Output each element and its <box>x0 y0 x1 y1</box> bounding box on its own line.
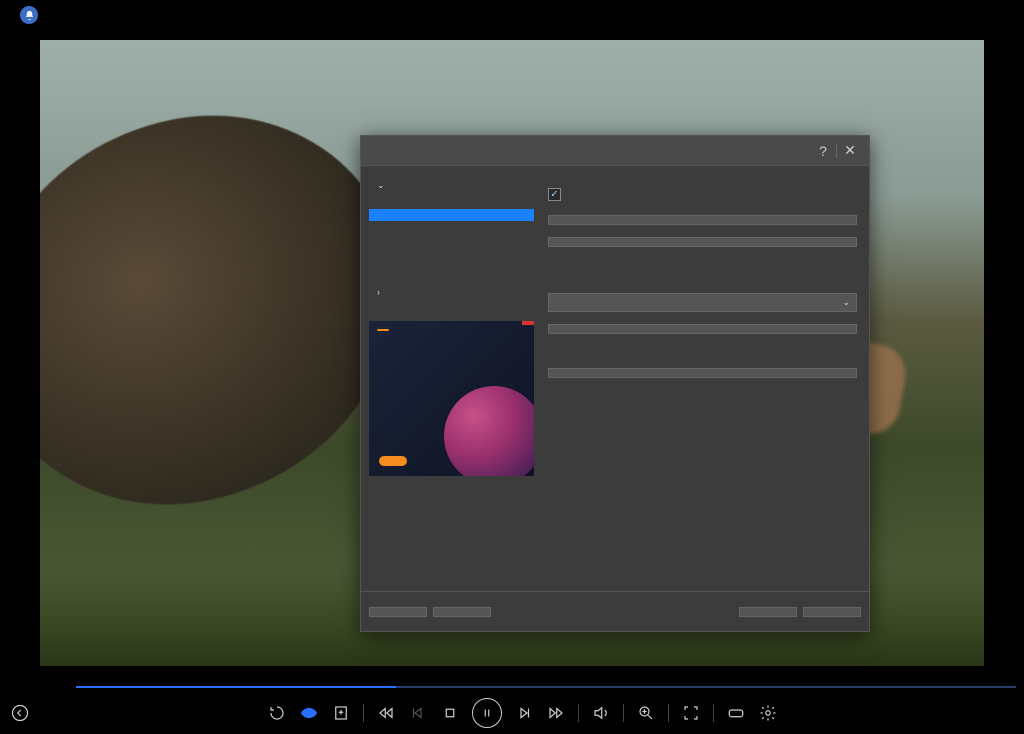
close-button[interactable]: ✕ <box>839 140 861 162</box>
notification-bell-icon[interactable] <box>20 6 38 24</box>
dialog-titlebar: ? ✕ <box>361 136 869 166</box>
settings-dialog: ? ✕ ⌄ › <box>360 135 870 632</box>
sidebar-group-basic[interactable]: › <box>369 281 534 303</box>
sidebar-item-movie-info[interactable] <box>369 257 534 269</box>
sidebar-item-info[interactable] <box>369 269 534 281</box>
progress-row <box>0 686 1024 688</box>
dialog-footer <box>361 591 869 631</box>
promo-banner[interactable] <box>369 321 534 476</box>
vr-icon[interactable] <box>726 703 746 723</box>
upgrade-button[interactable] <box>433 607 491 617</box>
settings-gear-icon[interactable] <box>758 703 778 723</box>
pause-button[interactable] <box>472 698 502 728</box>
settings-sidebar: ⌄ › <box>369 174 534 583</box>
player-controls <box>0 692 1024 734</box>
cancel-button[interactable] <box>803 607 861 617</box>
seek-bar[interactable] <box>76 686 1016 688</box>
hw-accel-checkbox-row[interactable]: ✓ <box>548 188 861 201</box>
bookmark-add-icon[interactable] <box>331 703 351 723</box>
promo-upgrade-button[interactable] <box>379 456 407 466</box>
zoom-icon[interactable] <box>636 703 656 723</box>
help-button[interactable]: ? <box>812 140 834 162</box>
rewind-icon[interactable] <box>376 703 396 723</box>
sidebar-item-video-audio-subtitle[interactable] <box>369 209 534 221</box>
sidebar-item-cloud[interactable] <box>369 233 534 245</box>
register-button[interactable] <box>369 607 427 617</box>
topbar <box>0 0 1024 30</box>
sidebar-item-hotkey[interactable] <box>369 245 534 257</box>
settings-content: ✓ ⌄ <box>544 174 861 583</box>
repeat-icon[interactable] <box>267 703 287 723</box>
subtitle-settings-button[interactable] <box>548 368 857 378</box>
video-enhancement-button[interactable] <box>548 215 857 225</box>
promo-new-badge <box>377 329 389 331</box>
sidebar-group-player[interactable]: ⌄ <box>369 174 534 197</box>
sidebar-item-bluray[interactable] <box>369 221 534 233</box>
promo-upgrade-ribbon <box>522 321 534 325</box>
sidebar-item-general[interactable] <box>369 197 534 209</box>
checkbox-checked-icon[interactable]: ✓ <box>548 188 561 201</box>
prev-icon[interactable] <box>408 703 428 723</box>
eye-truetheater-icon[interactable] <box>299 703 319 723</box>
ok-button[interactable] <box>739 607 797 617</box>
other-audio-settings-button[interactable] <box>548 324 857 334</box>
output-dropdown[interactable]: ⌄ <box>548 293 857 312</box>
next-icon[interactable] <box>514 703 534 723</box>
stop-icon[interactable] <box>440 703 460 723</box>
fastforward-icon[interactable] <box>546 703 566 723</box>
back-icon[interactable] <box>10 703 30 723</box>
volume-icon[interactable] <box>591 703 611 723</box>
other-video-settings-button[interactable] <box>548 237 857 247</box>
fullscreen-icon[interactable] <box>681 703 701 723</box>
chevron-down-icon: ⌄ <box>842 297 850 308</box>
